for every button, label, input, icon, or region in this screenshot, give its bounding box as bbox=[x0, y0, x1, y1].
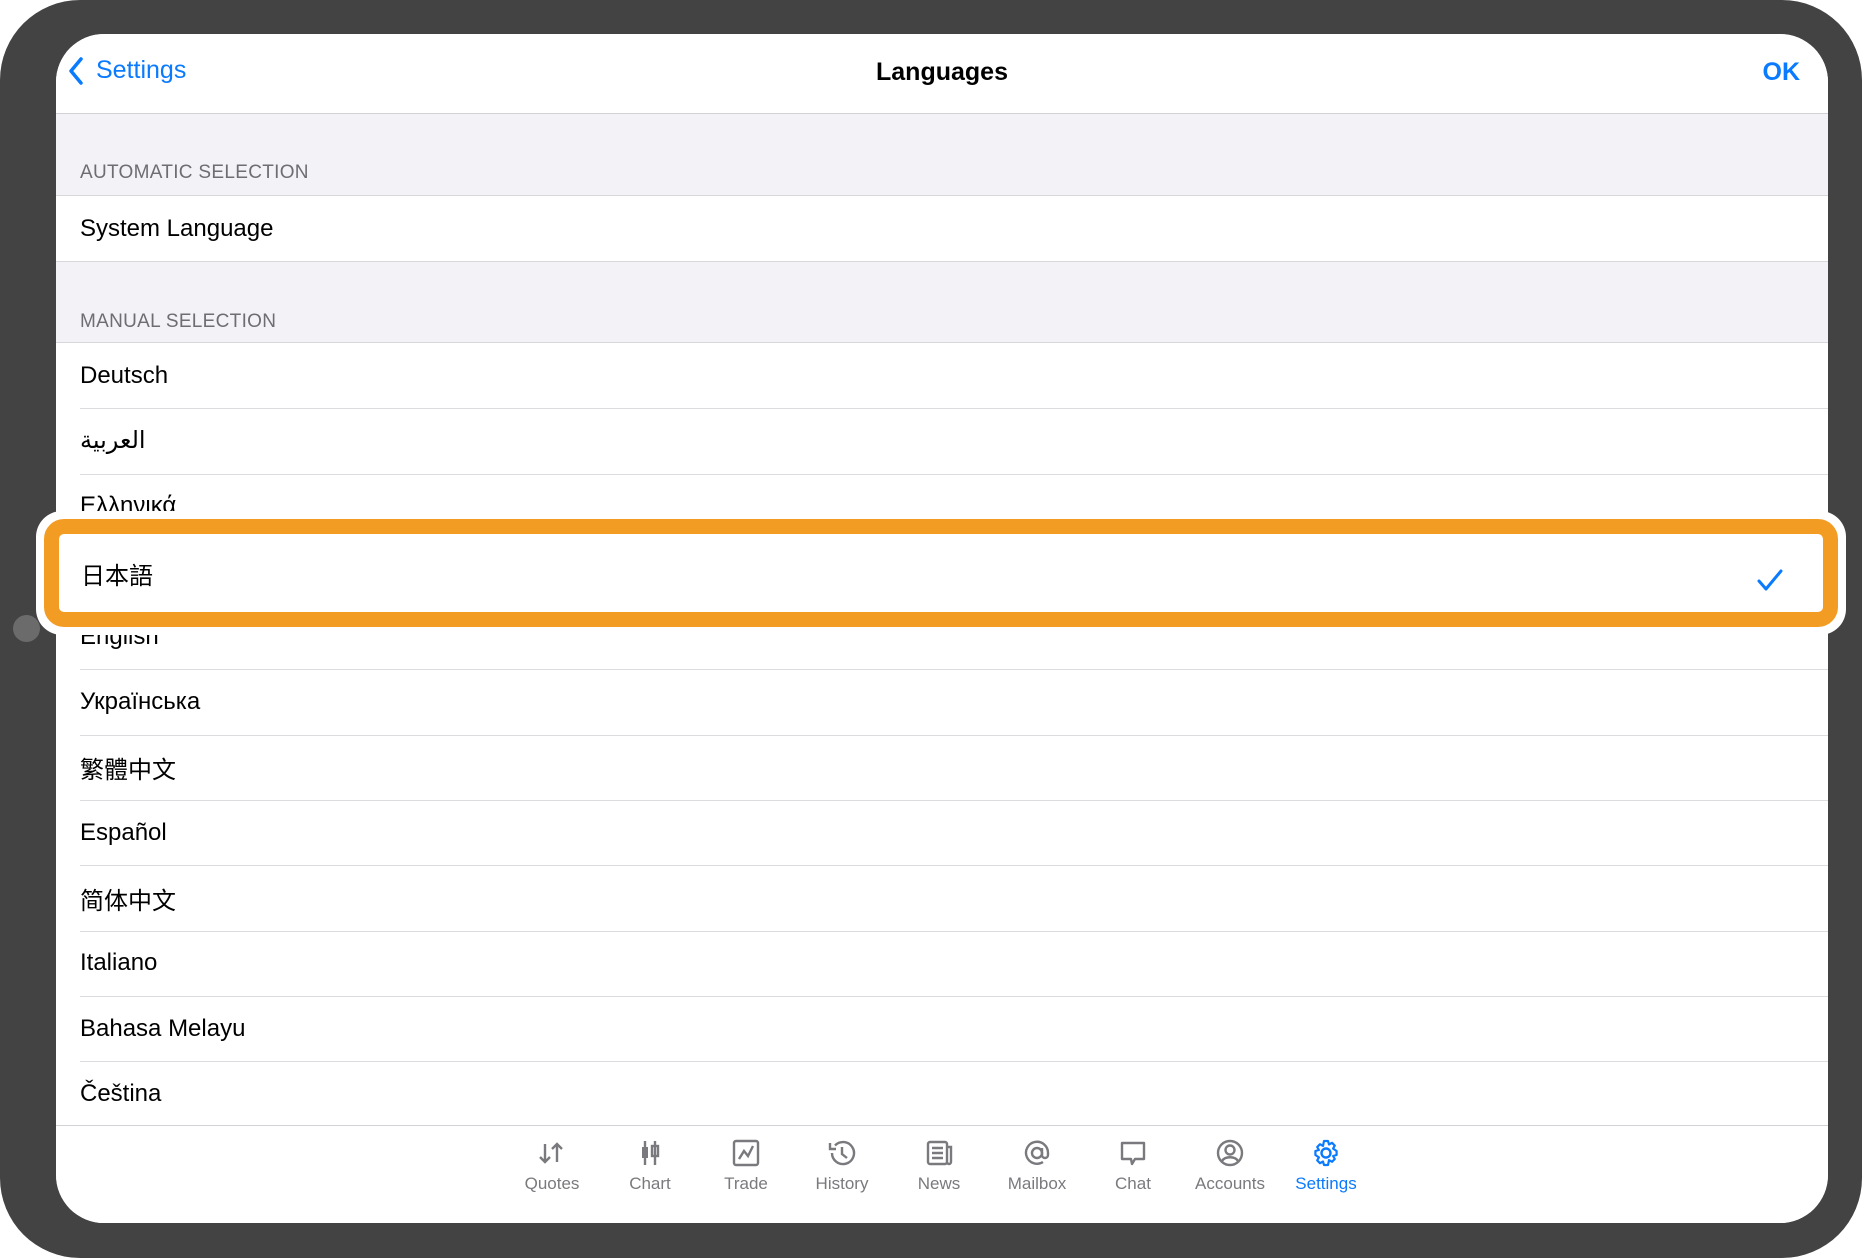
tab-chat[interactable]: Chat bbox=[1085, 1138, 1181, 1194]
section-header-manual: MANUAL SELECTION bbox=[80, 311, 277, 332]
list-item-language[interactable]: 繁體中文 bbox=[56, 734, 1828, 800]
history-icon bbox=[828, 1140, 856, 1166]
trade-icon bbox=[732, 1139, 760, 1167]
list-item-language[interactable]: Čeština bbox=[56, 1061, 1828, 1126]
item-label: Deutsch bbox=[80, 361, 169, 389]
quotes-icon bbox=[539, 1142, 563, 1164]
tab-news[interactable]: News bbox=[891, 1138, 987, 1194]
item-label: System Language bbox=[80, 214, 274, 242]
tab-label: Mailbox bbox=[1007, 1174, 1067, 1193]
tab-label: Trade bbox=[724, 1174, 768, 1193]
item-label: 繁體中文 bbox=[80, 756, 176, 784]
tab-settings[interactable]: Settings bbox=[1278, 1138, 1374, 1194]
tab-accounts[interactable]: Accounts bbox=[1182, 1138, 1278, 1194]
list-item-system-language[interactable]: System Language bbox=[56, 196, 1828, 261]
item-label: Bahasa Melayu bbox=[80, 1014, 246, 1042]
tab-quotes[interactable]: Quotes bbox=[504, 1138, 600, 1194]
chat-icon bbox=[1120, 1141, 1146, 1166]
list-item-language[interactable]: Українська bbox=[56, 669, 1828, 734]
list-item-language[interactable]: Español bbox=[56, 800, 1828, 865]
highlighted-label: 日本語 bbox=[81, 562, 153, 590]
tab-label: Chat bbox=[1115, 1174, 1151, 1193]
tab-label: News bbox=[917, 1174, 961, 1193]
list-item-language[interactable]: Deutsch bbox=[56, 343, 1828, 408]
news-icon bbox=[926, 1140, 953, 1166]
at-sign-icon bbox=[1024, 1140, 1050, 1165]
highlighted-language-row[interactable]: 日本語 bbox=[44, 519, 1838, 627]
navigation-bar: Settings Languages OK bbox=[56, 34, 1828, 114]
camera-dot bbox=[13, 615, 40, 642]
item-label: Čeština bbox=[80, 1079, 162, 1107]
list-item-language[interactable]: Italiano bbox=[56, 930, 1828, 996]
account-icon bbox=[1216, 1139, 1244, 1167]
tab-label: Accounts bbox=[1195, 1174, 1265, 1193]
item-label: العربية bbox=[80, 427, 146, 455]
automatic-list: System Language bbox=[56, 195, 1828, 263]
gear-icon bbox=[1314, 1139, 1338, 1167]
item-label: Español bbox=[80, 818, 167, 846]
tab-chart[interactable]: Chart bbox=[602, 1138, 698, 1194]
ok-button[interactable]: OK bbox=[1763, 58, 1801, 87]
tab-label: Chart bbox=[629, 1174, 671, 1193]
item-label: 简体中文 bbox=[80, 887, 176, 915]
candlestick-icon bbox=[642, 1141, 660, 1165]
tab-label: Quotes bbox=[524, 1174, 580, 1193]
item-label: Italiano bbox=[80, 949, 158, 977]
list-item-language[interactable]: العربية bbox=[56, 408, 1828, 473]
tab-history[interactable]: History bbox=[794, 1138, 890, 1194]
checkmark-icon bbox=[1757, 569, 1783, 591]
tab-mailbox[interactable]: Mailbox bbox=[989, 1138, 1085, 1194]
item-label: Українська bbox=[80, 688, 201, 716]
list-item-language[interactable]: 简体中文 bbox=[56, 865, 1828, 930]
list-item-language[interactable]: Bahasa Melayu bbox=[56, 995, 1828, 1061]
page-title: Languages bbox=[876, 58, 1008, 86]
manual-list: DeutschالعربيةΕλληνικά日本語EnglishУкраїнсь… bbox=[56, 342, 1828, 1128]
tab-trade[interactable]: Trade bbox=[698, 1138, 794, 1194]
tab-label: History bbox=[815, 1174, 869, 1193]
tab-bar: Quotes Chart Trade History News Mailbox Chat Ac… bbox=[56, 1125, 1828, 1223]
tab-label: Settings bbox=[1295, 1174, 1357, 1193]
section-header-automatic: AUTOMATIC SELECTION bbox=[80, 162, 309, 183]
